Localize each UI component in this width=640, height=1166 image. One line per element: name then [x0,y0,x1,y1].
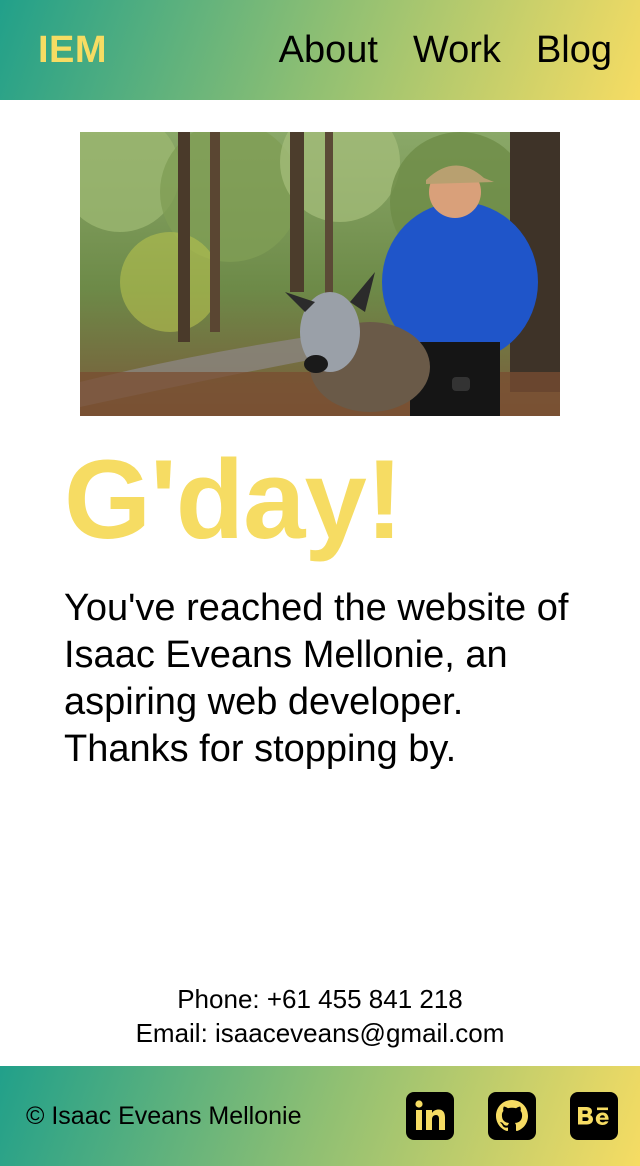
site-footer: © Isaac Eveans Mellonie [0,1066,640,1166]
behance-link[interactable] [570,1092,618,1140]
nav-link-about[interactable]: About [279,29,378,72]
nav-link-work[interactable]: Work [413,29,501,72]
greeting-heading: G'day! [64,437,403,562]
hero-photo [80,132,560,416]
linkedin-link[interactable] [406,1092,454,1140]
intro-paragraph: You've reached the website of Isaac Evea… [64,587,569,770]
copyright-text: © Isaac Eveans Mellonie [26,1101,302,1130]
site-header: IEM About Work Blog [0,0,640,100]
main-nav: About Work Blog [279,29,612,72]
phone-number: Phone: +61 455 841 218 [177,984,463,1014]
email-address[interactable]: Email: isaaceveans@gmail.com [0,1016,640,1050]
site-logo[interactable]: IEM [38,29,107,72]
contact-info: Phone: +61 455 841 218 Email: isaacevean… [0,982,640,1050]
linkedin-icon [415,1100,445,1130]
nav-link-blog[interactable]: Blog [536,29,612,72]
social-links [406,1092,618,1140]
github-link[interactable] [488,1092,536,1140]
behance-icon [578,1107,609,1125]
github-icon [496,1100,528,1132]
